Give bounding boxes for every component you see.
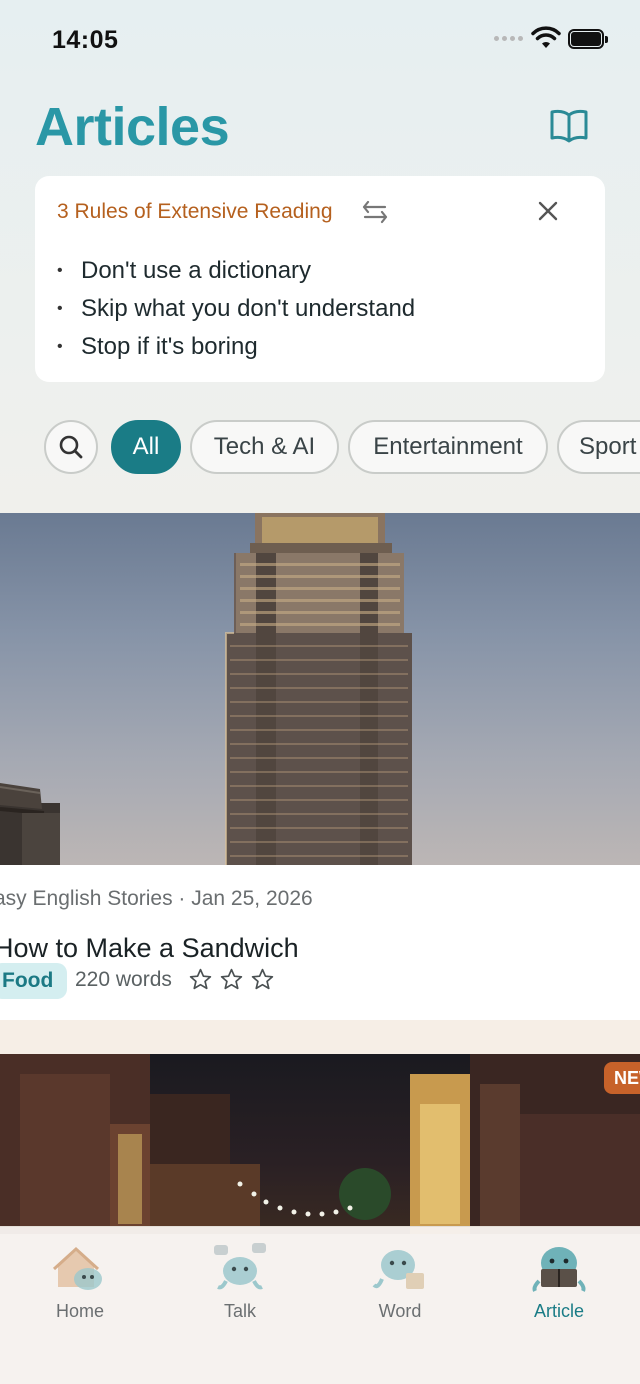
- tab-home[interactable]: Home: [20, 1241, 140, 1341]
- tab-article[interactable]: Article: [499, 1241, 619, 1341]
- article-card[interactable]: asy English Stories · Jan 25, 2026 How t…: [0, 513, 640, 1020]
- swap-arrows-icon[interactable]: [362, 198, 388, 226]
- rules-card-title: 3 Rules of Extensive Reading: [57, 200, 333, 223]
- chip-tech-ai[interactable]: Tech & AI: [190, 420, 339, 474]
- category-tag: Food: [0, 963, 68, 999]
- search-button[interactable]: [44, 420, 98, 474]
- page-title: Articles: [35, 97, 230, 157]
- chip-entertainment[interactable]: Entertainment: [348, 420, 548, 474]
- word-mascot-icon: [372, 1250, 424, 1289]
- search-icon: [59, 435, 83, 459]
- star-outline-icon: [220, 968, 243, 990]
- tab-talk-label: Talk: [223, 1301, 256, 1321]
- new-badge: NEW: [604, 1062, 640, 1094]
- rules-card: 3 Rules of Extensive Reading Don't use a…: [35, 176, 605, 382]
- tab-article-label: Article: [533, 1301, 584, 1321]
- status-time: 14:05: [52, 26, 119, 54]
- rules-list: Don't use a dictionary Skip what you don…: [57, 256, 415, 370]
- category-filter-row: All Tech & AI Entertainment Sport: [0, 420, 640, 476]
- tab-home-label: Home: [55, 1301, 104, 1321]
- article-meta: asy English Stories · Jan 25, 2026: [0, 887, 313, 910]
- rule-item: Don't use a dictionary: [57, 256, 415, 294]
- status-bar: 14:05: [0, 0, 640, 80]
- tab-talk[interactable]: Talk: [180, 1241, 300, 1341]
- home-mascot-icon: [52, 1246, 102, 1290]
- article-title: How to Make a Sandwich: [0, 933, 299, 963]
- close-icon[interactable]: [537, 200, 559, 222]
- talk-mascot-icon: [214, 1243, 266, 1290]
- difficulty-rating: [188, 967, 275, 992]
- word-count: 220 words: [75, 968, 172, 991]
- tab-word[interactable]: Word: [340, 1241, 460, 1341]
- star-outline-icon: [251, 968, 274, 990]
- book-open-icon[interactable]: [548, 108, 590, 144]
- cellular-signal-icon: [494, 36, 523, 41]
- article-mascot-icon: [532, 1247, 586, 1292]
- article-card[interactable]: NEW: [0, 1054, 640, 1234]
- rule-item: Skip what you don't understand: [57, 294, 415, 332]
- chip-sport[interactable]: Sport: [557, 420, 640, 474]
- tab-bar: Home Talk Word Article: [0, 1226, 640, 1384]
- star-outline-icon: [189, 968, 212, 990]
- rule-item: Stop if it's boring: [57, 332, 415, 370]
- tab-word-label: Word: [378, 1301, 422, 1321]
- article-image: [0, 1054, 640, 1234]
- battery-icon: [568, 29, 608, 49]
- article-image: [0, 513, 640, 865]
- wifi-icon: [531, 26, 561, 48]
- chip-all[interactable]: All: [111, 420, 181, 474]
